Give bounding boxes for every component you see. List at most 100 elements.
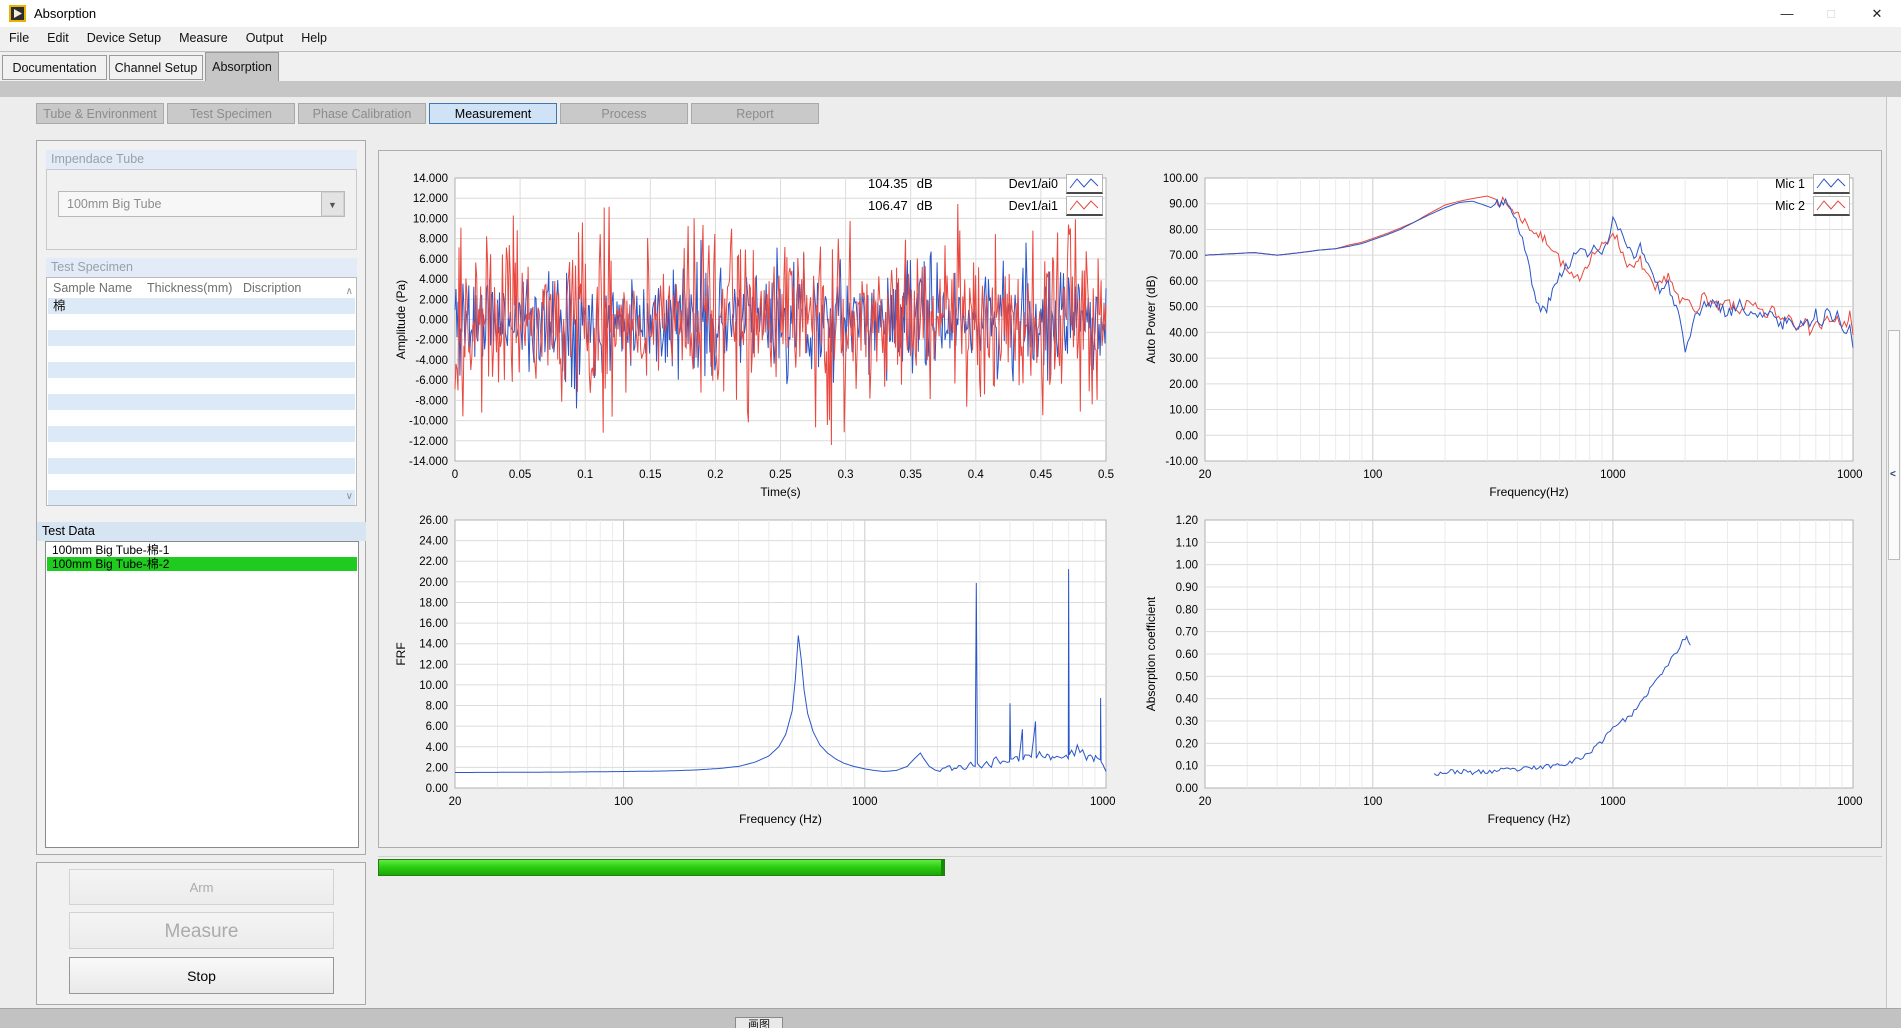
- bottom-tab-paint[interactable]: 画图: [735, 1017, 783, 1028]
- svg-text:10000: 10000: [1090, 796, 1115, 808]
- svg-text:1.00: 1.00: [1176, 560, 1198, 572]
- auto-power-chart: 100.0090.0080.0070.0060.0050.0040.0030.0…: [1143, 164, 1862, 505]
- progress-bar: [378, 859, 945, 876]
- col-thickness: Thickness(mm): [147, 278, 232, 298]
- frf-chart: 26.0024.0022.0020.0018.0016.0014.0012.00…: [393, 506, 1115, 832]
- menu-help[interactable]: Help: [292, 27, 336, 52]
- impedance-tube-value: 100mm Big Tube: [67, 197, 162, 211]
- readout-unit: dB: [917, 198, 933, 213]
- svg-text:-4.000: -4.000: [415, 355, 448, 367]
- svg-text:Absorption coefficient: Absorption coefficient: [1144, 596, 1158, 711]
- main-tab-bar: DocumentationChannel SetupAbsorption: [0, 52, 1901, 81]
- menu-file[interactable]: File: [0, 27, 38, 52]
- svg-text:26.00: 26.00: [419, 515, 448, 527]
- minimize-button[interactable]: —: [1765, 0, 1809, 27]
- svg-text:0.10: 0.10: [1176, 761, 1198, 773]
- svg-text:20: 20: [1199, 796, 1212, 808]
- collapse-left-icon[interactable]: <: [1890, 469, 1896, 480]
- tab-documentation[interactable]: Documentation: [2, 55, 107, 80]
- subtab-tube-environment[interactable]: Tube & Environment: [36, 103, 164, 124]
- dropdown-arrow-icon[interactable]: ▼: [321, 192, 344, 216]
- legend-label: Mic 1: [1705, 177, 1805, 191]
- test-data-list[interactable]: 100mm Big Tube-棉-1100mm Big Tube-棉-2: [45, 541, 359, 848]
- svg-text:0.80: 0.80: [1176, 604, 1198, 616]
- absorption-coefficient-chart: 1.201.101.000.900.800.700.600.500.400.30…: [1143, 506, 1862, 832]
- lower-pane-divider: [378, 856, 1882, 857]
- svg-text:1000: 1000: [1600, 796, 1626, 808]
- table-row[interactable]: [48, 362, 355, 378]
- subtab-measurement[interactable]: Measurement: [429, 103, 557, 124]
- col-sample-name: Sample Name: [53, 278, 132, 298]
- svg-text:12.00: 12.00: [419, 659, 448, 671]
- subtab-test-specimen[interactable]: Test Specimen: [167, 103, 295, 124]
- table-row[interactable]: [48, 458, 355, 474]
- test-specimen-table[interactable]: Sample Name Thickness(mm) Discription ∧ …: [46, 277, 357, 506]
- table-row[interactable]: [48, 314, 355, 330]
- menu-bar: FileEditDevice SetupMeasureOutputHelp: [0, 27, 1901, 52]
- svg-text:0.15: 0.15: [639, 469, 661, 481]
- table-row[interactable]: [48, 490, 355, 506]
- legend-label: Dev1/ai1: [958, 199, 1058, 213]
- table-row[interactable]: [48, 410, 355, 426]
- table-row[interactable]: [48, 394, 355, 410]
- legend-readout: 104.35dB: [868, 176, 933, 191]
- svg-text:20.00: 20.00: [419, 577, 448, 589]
- svg-text:-12.000: -12.000: [409, 436, 448, 448]
- table-row[interactable]: 棉: [48, 298, 355, 314]
- legend-row: Mic 2: [1143, 196, 1862, 217]
- maximize-button[interactable]: □: [1809, 0, 1853, 27]
- svg-text:Auto Power (dB): Auto Power (dB): [1144, 275, 1158, 363]
- tab-absorption[interactable]: Absorption: [205, 52, 279, 81]
- subtab-report[interactable]: Report: [691, 103, 819, 124]
- scroll-down-icon[interactable]: ∨: [346, 491, 353, 502]
- svg-text:50.00: 50.00: [1169, 302, 1198, 314]
- svg-text:0.00: 0.00: [426, 783, 448, 795]
- list-item[interactable]: 100mm Big Tube-棉-2: [47, 557, 357, 571]
- svg-text:40.00: 40.00: [1169, 327, 1198, 339]
- menu-measure[interactable]: Measure: [170, 27, 237, 52]
- page-scrollbar[interactable]: <: [1886, 97, 1901, 1008]
- svg-text:0.50: 0.50: [1176, 671, 1198, 683]
- arm-button[interactable]: Arm: [69, 869, 334, 905]
- readout-value: 104.35: [868, 176, 908, 191]
- table-row[interactable]: [48, 442, 355, 458]
- svg-text:16.00: 16.00: [419, 618, 448, 630]
- svg-text:10000: 10000: [1837, 469, 1862, 481]
- svg-text:100: 100: [1363, 469, 1382, 481]
- close-button[interactable]: ✕: [1855, 0, 1899, 27]
- svg-text:0.1: 0.1: [577, 469, 593, 481]
- menu-edit[interactable]: Edit: [38, 27, 78, 52]
- list-item[interactable]: 100mm Big Tube-棉-1: [47, 543, 357, 557]
- svg-text:0.60: 0.60: [1176, 649, 1198, 661]
- table-row[interactable]: [48, 426, 355, 442]
- svg-text:4.00: 4.00: [426, 742, 448, 754]
- tab-channel-setup[interactable]: Channel Setup: [109, 55, 203, 80]
- impedance-tube-dropdown[interactable]: 100mm Big Tube ▼: [58, 191, 345, 217]
- stop-button[interactable]: Stop: [69, 957, 334, 994]
- table-row[interactable]: [48, 378, 355, 394]
- subtab-phase-calibration[interactable]: Phase Calibration: [298, 103, 426, 124]
- svg-text:0.000: 0.000: [419, 315, 448, 327]
- table-row[interactable]: [48, 346, 355, 362]
- subtab-process[interactable]: Process: [560, 103, 688, 124]
- table-row[interactable]: [48, 330, 355, 346]
- svg-text:0.00: 0.00: [1176, 783, 1198, 795]
- svg-text:-14.000: -14.000: [409, 456, 448, 468]
- menu-device-setup[interactable]: Device Setup: [78, 27, 170, 52]
- table-row[interactable]: [48, 474, 355, 490]
- svg-text:Time(s): Time(s): [760, 485, 800, 499]
- page-scrollbar-thumb[interactable]: [1888, 330, 1900, 560]
- legend-plot-icon: [1813, 174, 1850, 194]
- legend-plot-icon: [1066, 196, 1103, 216]
- svg-text:0.30: 0.30: [1176, 716, 1198, 728]
- svg-text:30.00: 30.00: [1169, 353, 1198, 365]
- svg-text:20.00: 20.00: [1169, 379, 1198, 391]
- svg-text:20: 20: [1199, 469, 1212, 481]
- measure-button[interactable]: Measure: [69, 912, 334, 949]
- test-specimen-header: Test Specimen: [46, 258, 357, 277]
- legend-row: 104.35dBDev1/ai0: [393, 174, 1115, 195]
- impedance-tube-header: Impendace Tube: [46, 150, 357, 169]
- svg-text:8.00: 8.00: [426, 701, 448, 713]
- menu-output[interactable]: Output: [237, 27, 293, 52]
- svg-text:-8.000: -8.000: [415, 395, 448, 407]
